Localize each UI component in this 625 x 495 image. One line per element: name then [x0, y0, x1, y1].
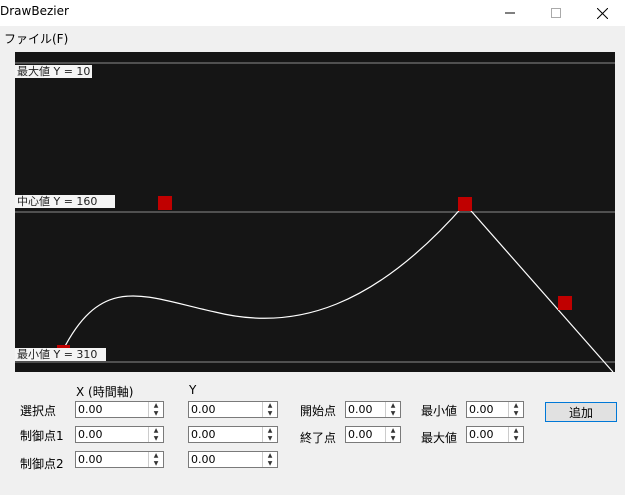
spin-up-icon[interactable]: ▲ — [263, 427, 277, 434]
close-button[interactable] — [579, 0, 625, 26]
min-value-stepper[interactable]: ▲▼ — [466, 401, 524, 418]
maximize-button[interactable] — [533, 0, 579, 26]
spin-up-icon[interactable]: ▲ — [149, 402, 163, 409]
spin-down-icon[interactable]: ▼ — [386, 410, 400, 417]
bezier-plot[interactable] — [15, 52, 615, 372]
spin-down-icon[interactable]: ▼ — [149, 460, 163, 467]
end-point-label: 終了点 — [300, 431, 337, 445]
title-bar: DrawBezier — [0, 0, 625, 26]
spin-down-icon[interactable]: ▼ — [263, 460, 277, 467]
spin-down-icon[interactable]: ▼ — [386, 435, 400, 442]
control-point-2-x-stepper[interactable]: ▲▼ — [75, 451, 164, 468]
spin-up-icon[interactable]: ▲ — [509, 427, 523, 434]
spin-down-icon[interactable]: ▼ — [149, 435, 163, 442]
spin-down-icon[interactable]: ▼ — [509, 435, 523, 442]
max-value-field-label: 最大値 — [421, 431, 458, 445]
selected-point-label: 選択点 — [20, 404, 57, 418]
menu-bar: ファイル(F) — [0, 26, 625, 48]
max-value-input[interactable] — [467, 427, 511, 442]
selected-point-y-stepper[interactable]: ▲▼ — [188, 401, 278, 418]
spin-down-icon[interactable]: ▼ — [509, 410, 523, 417]
start-point-input[interactable] — [346, 402, 388, 417]
control-point-handle[interactable] — [158, 196, 172, 210]
menu-file[interactable]: ファイル(F) — [4, 30, 68, 47]
selected-point-x-input[interactable] — [76, 402, 151, 417]
spin-down-icon[interactable]: ▼ — [263, 410, 277, 417]
spin-up-icon[interactable]: ▲ — [263, 452, 277, 459]
control-point-2-y-input[interactable] — [189, 452, 265, 467]
min-value-label: 最小値 Y = 310 — [15, 348, 106, 361]
spin-up-icon[interactable]: ▲ — [509, 402, 523, 409]
max-value-stepper[interactable]: ▲▼ — [466, 426, 524, 443]
end-point-stepper[interactable]: ▲▼ — [345, 426, 401, 443]
spin-up-icon[interactable]: ▲ — [149, 427, 163, 434]
selected-point-x-stepper[interactable]: ▲▼ — [75, 401, 164, 418]
control-point-1-label: 制御点1 — [20, 429, 64, 443]
control-point-2-y-stepper[interactable]: ▲▼ — [188, 451, 278, 468]
add-button[interactable]: 追加 — [545, 402, 617, 422]
y-column-header: Y — [189, 383, 197, 397]
control-point-1-y-stepper[interactable]: ▲▼ — [188, 426, 278, 443]
x-column-header: X (時間軸) — [76, 385, 134, 399]
center-value-label: 中心値 Y = 160 — [15, 195, 115, 208]
control-point-1-x-stepper[interactable]: ▲▼ — [75, 426, 164, 443]
spin-up-icon[interactable]: ▲ — [386, 402, 400, 409]
spin-up-icon[interactable]: ▲ — [386, 427, 400, 434]
control-point-2-x-input[interactable] — [76, 452, 151, 467]
min-value-field-label: 最小値 — [421, 404, 458, 418]
anchor-point[interactable] — [458, 197, 472, 211]
spin-down-icon[interactable]: ▼ — [263, 435, 277, 442]
end-point-input[interactable] — [346, 427, 388, 442]
bezier-curve-2 — [464, 203, 614, 372]
spin-down-icon[interactable]: ▼ — [149, 410, 163, 417]
spin-up-icon[interactable]: ▲ — [149, 452, 163, 459]
spin-up-icon[interactable]: ▲ — [263, 402, 277, 409]
close-icon — [596, 7, 608, 19]
min-value-input[interactable] — [467, 402, 511, 417]
minimize-button[interactable] — [487, 0, 533, 26]
selected-point-y-input[interactable] — [189, 402, 265, 417]
start-point-stepper[interactable]: ▲▼ — [345, 401, 401, 418]
window-title: DrawBezier — [0, 4, 69, 18]
minimize-icon — [505, 12, 515, 14]
control-point-1-y-input[interactable] — [189, 427, 265, 442]
bezier-canvas[interactable]: 最大値 Y = 10 中心値 Y = 160 最小値 Y = 310 — [15, 52, 615, 372]
control-point-2-label: 制御点2 — [20, 457, 64, 471]
start-point-label: 開始点 — [300, 404, 337, 418]
max-value-label: 最大値 Y = 10 — [15, 65, 93, 78]
maximize-icon — [551, 8, 561, 18]
control-point-handle[interactable] — [558, 296, 572, 310]
control-point-1-x-input[interactable] — [76, 427, 151, 442]
bezier-curve-1 — [62, 203, 466, 351]
